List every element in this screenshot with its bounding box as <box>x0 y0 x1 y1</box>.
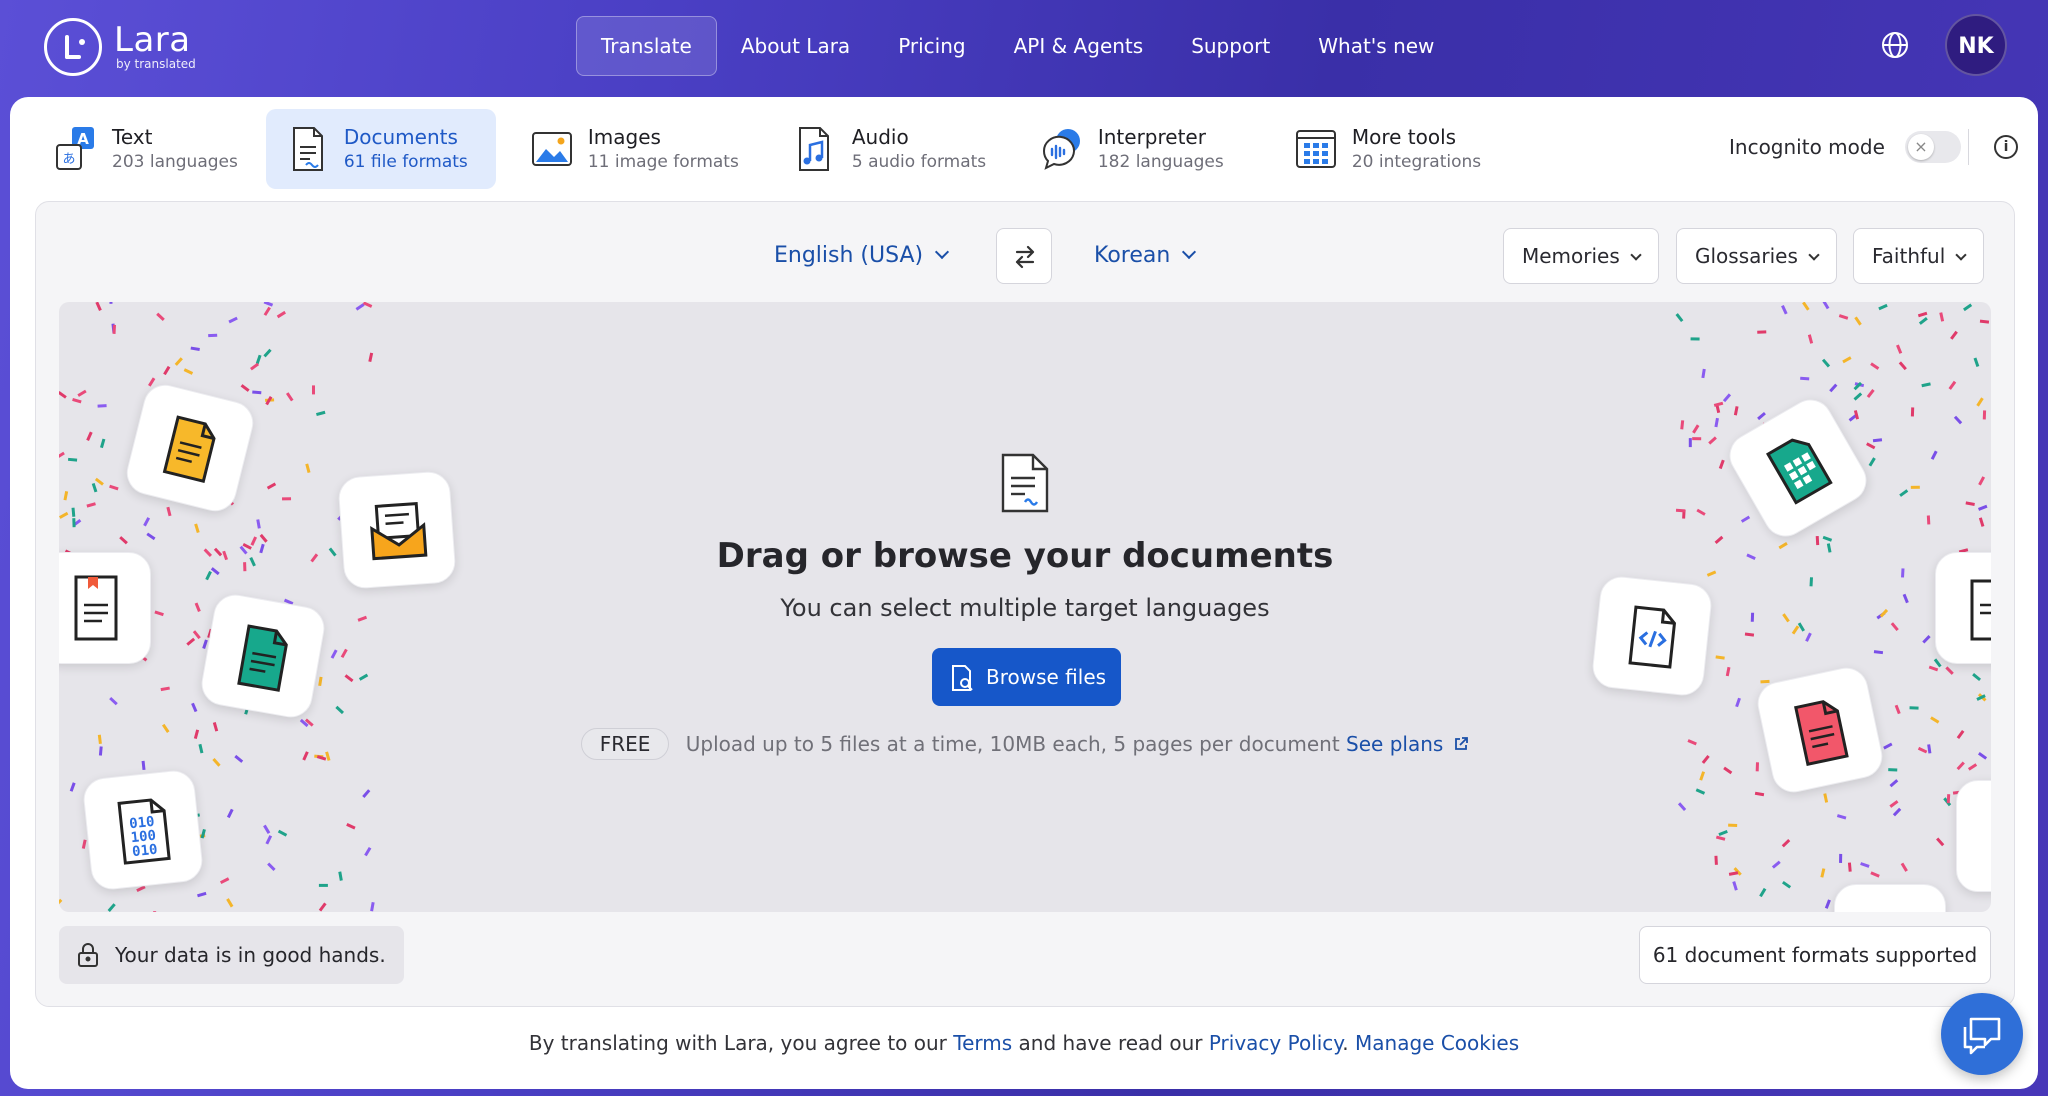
incognito-control: Incognito mode × <box>1729 131 1961 163</box>
image-icon <box>530 125 574 173</box>
tab-documents-sub: 61 file formats <box>343 152 468 172</box>
terms-link[interactable]: Terms <box>953 1031 1012 1055</box>
document-upload-icon <box>999 452 1051 514</box>
svg-text:010: 010 <box>131 842 158 861</box>
translator-card: A あ Text 203 languages Documents 61 file… <box>10 97 2038 1089</box>
info-icon[interactable]: i <box>1994 135 2018 159</box>
language-bar: English (USA) Korean Memories Glossaries… <box>36 228 2014 284</box>
document-workspace: English (USA) Korean Memories Glossaries… <box>35 201 2015 1007</box>
free-plan-badge: FREE <box>580 728 670 760</box>
lara-logo-icon <box>44 18 102 76</box>
terms-period: . <box>1342 1031 1349 1055</box>
swap-languages-button[interactable] <box>996 228 1052 284</box>
style-dropdown[interactable]: Faithful <box>1853 228 1985 284</box>
nav-support[interactable]: Support <box>1167 16 1294 76</box>
target-language-select[interactable]: Korean <box>1094 228 1197 284</box>
code-document-tile <box>1590 574 1714 698</box>
binary-document-tile: 010 100 010 <box>81 768 205 892</box>
svg-text:あ: あ <box>62 152 75 167</box>
partial-tile-bottom <box>1834 884 1946 912</box>
nav-api-agents[interactable]: API & Agents <box>990 16 1168 76</box>
user-avatar[interactable]: NK <box>1945 14 2007 76</box>
lara-logo[interactable]: Lara by translated <box>44 18 196 76</box>
nav-whats-new[interactable]: What's new <box>1294 16 1458 76</box>
memories-label: Memories <box>1522 244 1620 268</box>
tab-images[interactable]: Images 11 image formats <box>510 109 760 189</box>
chat-icon <box>1963 1017 2001 1055</box>
privacy-policy-link[interactable]: Privacy Policy <box>1209 1031 1342 1055</box>
lock-icon <box>78 943 98 967</box>
tab-audio-title: Audio <box>851 125 909 149</box>
style-label: Faithful <box>1872 244 1946 268</box>
main-nav: Translate About Lara Pricing API & Agent… <box>576 16 1458 76</box>
brand-tagline: by translated <box>116 57 196 71</box>
document-icon <box>286 125 330 173</box>
external-link-icon[interactable] <box>1453 733 1469 750</box>
tab-documents-title: Documents <box>343 125 458 149</box>
swap-arrows-icon <box>1015 245 1035 269</box>
top-navigation-bar: Lara by translated Translate About Lara … <box>0 0 2048 96</box>
tab-interpreter-title: Interpreter <box>1097 125 1206 149</box>
dropzone-subtitle: You can select multiple target languages <box>780 594 1270 622</box>
tab-more-tools-title: More tools <box>1351 125 1457 149</box>
tab-text-sub: 203 languages <box>112 152 238 172</box>
dropzone-title: Drag or browse your documents <box>716 536 1334 576</box>
text-translate-icon: A あ <box>54 125 98 173</box>
tab-images-title: Images <box>587 125 661 149</box>
plan-limits: FREE Upload up to 5 files at a time, 10M… <box>59 728 1991 760</box>
audio-icon <box>794 125 838 173</box>
browse-files-label: Browse files <box>986 665 1107 689</box>
tab-interpreter-sub: 182 languages <box>1097 152 1224 172</box>
file-search-icon <box>952 665 973 691</box>
terms-prefix: By translating with Lara, you agree to o… <box>528 1031 947 1055</box>
manage-cookies-link[interactable]: Manage Cookies <box>1355 1031 1519 1055</box>
plan-limit-text: Upload up to 5 files at a time, 10MB eac… <box>685 732 1340 756</box>
chevron-down-icon <box>1955 249 1967 261</box>
tab-more-tools-sub: 20 integrations <box>1351 152 1482 172</box>
supported-formats-button[interactable]: 61 document formats supported <box>1639 926 1991 984</box>
header-divider <box>1968 129 1969 165</box>
tab-audio-sub: 5 audio formats <box>851 152 987 172</box>
brand-name: Lara <box>114 20 191 60</box>
tab-audio[interactable]: Audio 5 audio formats <box>774 109 1006 189</box>
incognito-label: Incognito mode <box>1729 135 1885 159</box>
incognito-toggle[interactable]: × <box>1904 131 1961 163</box>
data-privacy-text: Your data is in good hands. <box>115 943 386 967</box>
file-dropzone[interactable]: 010 100 010 Drag or browse your document… <box>59 302 1991 912</box>
grid-tools-icon <box>1294 125 1338 173</box>
tab-more-tools[interactable]: More tools 20 integrations <box>1274 109 1495 189</box>
tab-images-sub: 11 image formats <box>587 152 739 172</box>
support-chat-button[interactable] <box>1941 993 2043 1077</box>
tab-interpreter[interactable]: Interpreter 182 languages <box>1020 109 1260 189</box>
see-plans-link[interactable]: See plans <box>1346 732 1443 756</box>
partial-tile-right <box>1956 780 1991 892</box>
browse-files-button[interactable]: Browse files <box>932 648 1121 706</box>
terms-mid: and have read our <box>1018 1031 1203 1055</box>
interpreter-icon <box>1040 125 1084 173</box>
terms-notice: By translating with Lara, you agree to o… <box>10 1031 2038 1055</box>
nav-translate[interactable]: Translate <box>576 16 717 76</box>
data-privacy-note: Your data is in good hands. <box>59 926 404 984</box>
nav-about-lara[interactable]: About Lara <box>717 16 874 76</box>
language-globe-icon[interactable] <box>1880 30 1910 60</box>
toggle-off-icon: × <box>1907 134 1934 160</box>
target-language-label: Korean <box>1094 243 1171 268</box>
memories-dropdown[interactable]: Memories <box>1503 228 1659 284</box>
glossaries-dropdown[interactable]: Glossaries <box>1676 228 1837 284</box>
chevron-down-icon <box>935 244 950 260</box>
tool-tabs: A あ Text 203 languages Documents 61 file… <box>34 109 1509 189</box>
glossaries-label: Glossaries <box>1695 244 1798 268</box>
chevron-down-icon <box>1182 244 1197 260</box>
tab-text-title: Text <box>112 125 153 149</box>
tab-text[interactable]: A あ Text 203 languages <box>34 109 252 189</box>
source-language-label: English (USA) <box>774 243 924 268</box>
tab-documents[interactable]: Documents 61 file formats <box>265 109 496 189</box>
nav-pricing[interactable]: Pricing <box>874 16 989 76</box>
chevron-down-icon <box>1808 249 1820 261</box>
chevron-down-icon <box>1630 249 1642 261</box>
source-language-select[interactable]: English (USA) <box>774 228 950 284</box>
